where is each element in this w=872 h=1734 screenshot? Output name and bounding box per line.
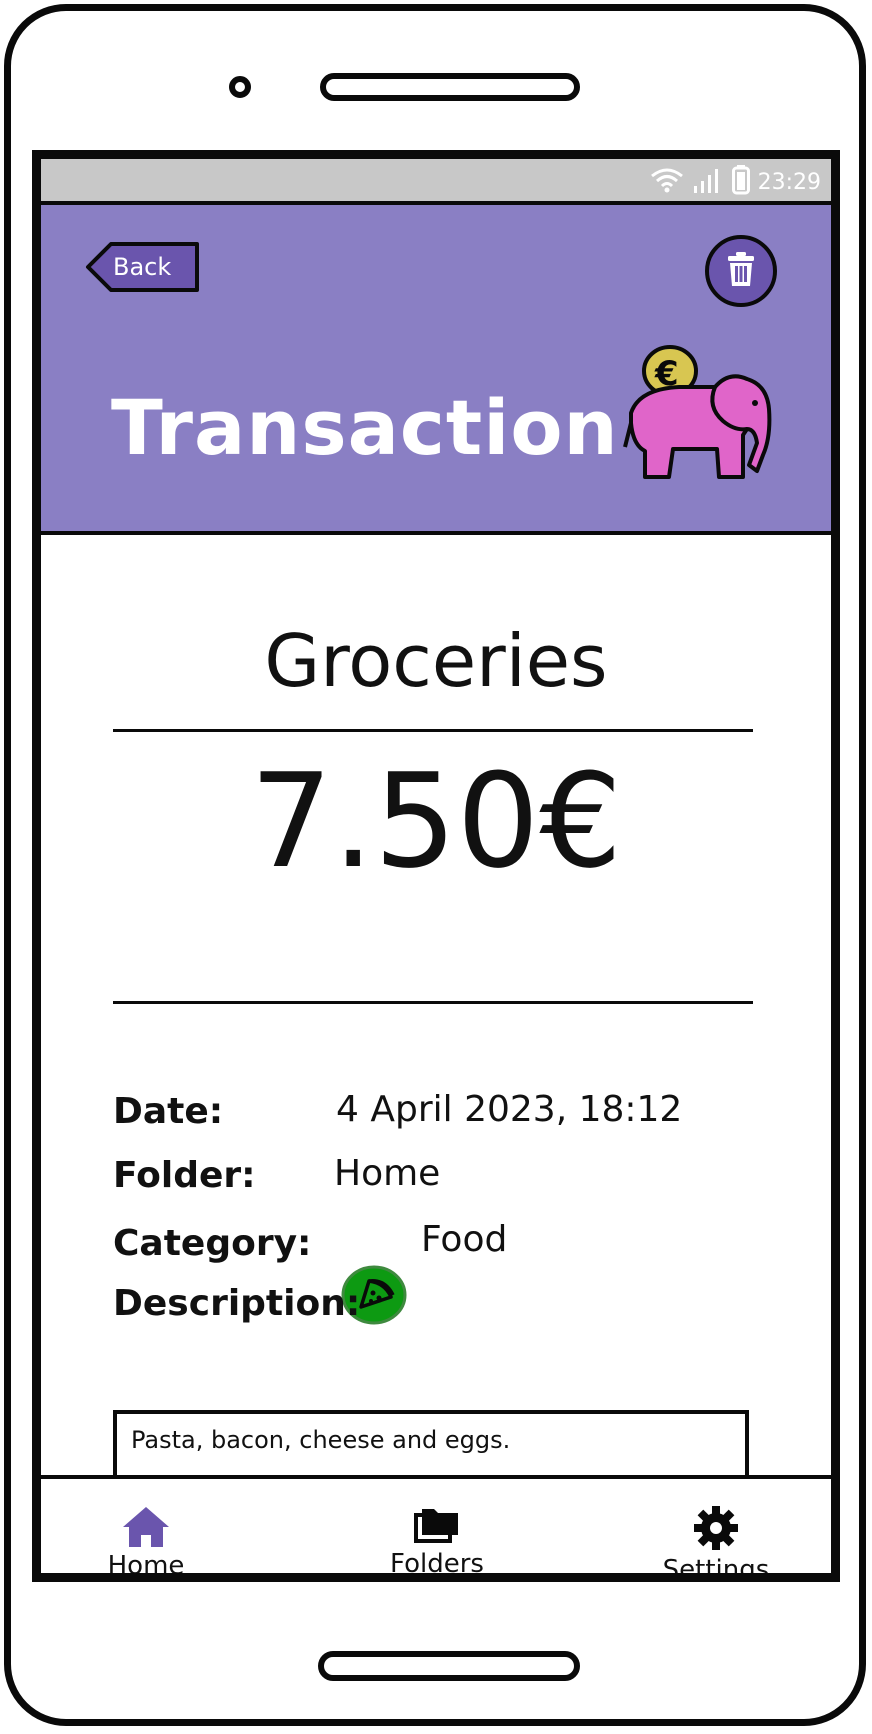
back-button[interactable]: Back — [85, 241, 201, 293]
screen: 23:29 Back Transaction € Groceries 7.50€… — [32, 150, 840, 1582]
signal-icon — [692, 166, 724, 198]
category-value: Food — [421, 1219, 508, 1260]
wifi-icon — [650, 166, 684, 198]
transaction-amount: 7.50€ — [249, 745, 623, 897]
earpiece-speaker — [320, 73, 580, 101]
trash-icon — [726, 252, 756, 290]
app-header: Back Transaction € — [41, 205, 831, 535]
nav-item-folders[interactable]: Folders — [362, 1505, 512, 1579]
date-value: 4 April 2023, 18:12 — [336, 1089, 683, 1130]
transaction-details: Groceries 7.50€ Date: 4 April 2023, 18:1… — [41, 535, 831, 1530]
delete-button[interactable] — [705, 235, 777, 307]
page-title: Transaction — [111, 383, 619, 472]
camera — [229, 76, 251, 98]
transaction-name: Groceries — [264, 619, 608, 703]
home-button — [318, 1651, 580, 1681]
divider — [113, 1001, 753, 1004]
category-label: Category: — [113, 1223, 312, 1264]
description-label: Description: — [113, 1283, 361, 1324]
battery-icon — [731, 165, 750, 199]
folder-value: Home — [334, 1153, 441, 1194]
nav-item-settings[interactable]: Settings — [641, 1505, 791, 1582]
date-label: Date: — [113, 1091, 224, 1132]
folder-icon — [362, 1505, 512, 1545]
folder-label: Folder: — [113, 1155, 256, 1196]
status-icons: 23:29 — [650, 165, 821, 199]
back-button-label: Back — [113, 253, 172, 281]
nav-label-settings: Settings — [662, 1555, 770, 1582]
home-icon — [71, 1505, 221, 1547]
nav-item-home[interactable]: Home — [71, 1505, 221, 1581]
piggy-bank-elephant-icon: € — [619, 343, 779, 487]
gear-icon — [641, 1505, 791, 1551]
status-bar: 23:29 — [41, 159, 831, 205]
nav-label-home: Home — [107, 1551, 185, 1581]
clock: 23:29 — [757, 169, 821, 195]
divider — [113, 729, 753, 732]
bottom-nav: Home Folders Settings — [41, 1475, 831, 1582]
nav-label-folders: Folders — [390, 1549, 484, 1579]
description-text: Pasta, bacon, cheese and eggs. — [131, 1426, 511, 1454]
